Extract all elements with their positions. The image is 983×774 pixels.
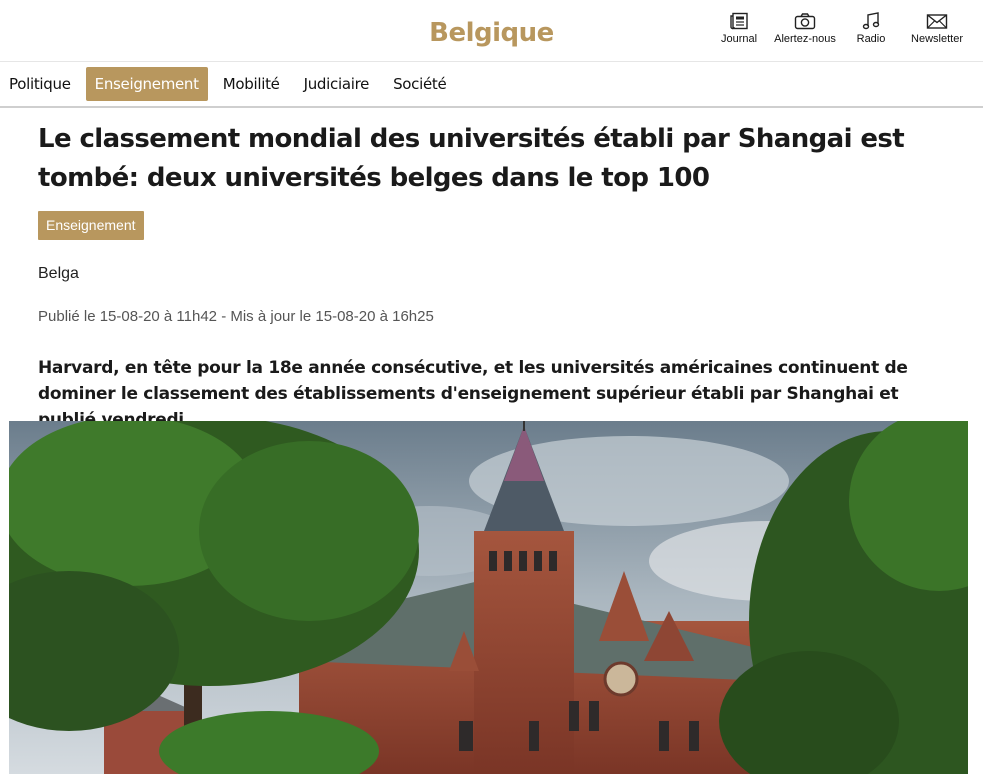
nav-item-judiciaire[interactable]: Judiciaire [295, 67, 378, 101]
nav-item-enseignement[interactable]: Enseignement [85, 67, 208, 101]
journal-label: Journal [720, 33, 758, 45]
publication-dates: Publié le 15-08-20 à 11h42 - Mis à jour … [38, 308, 434, 325]
alertez-nous-button[interactable]: Alertez-nous [769, 12, 841, 45]
radio-button[interactable]: Radio [841, 12, 901, 45]
article-photo [9, 421, 968, 774]
envelope-icon [926, 14, 948, 29]
top-bar: Belgique Journal Alertez-nous Radio News… [0, 0, 983, 62]
radio-label: Radio [856, 33, 886, 45]
nav-item-societe[interactable]: Société [384, 67, 455, 101]
article-author: Belga [38, 265, 79, 282]
header-tools: Journal Alertez-nous Radio Newsletter [709, 12, 973, 45]
article: Le classement mondial des universités ét… [38, 120, 938, 433]
category-tag[interactable]: Enseignement [38, 211, 144, 240]
camera-icon [794, 13, 816, 30]
harvard-building-photo [9, 421, 968, 774]
nav-item-politique[interactable]: Politique [0, 67, 80, 101]
section-nav: Politique Enseignement Mobilité Judiciai… [0, 62, 983, 108]
alertez-nous-label: Alertez-nous [774, 33, 836, 45]
music-note-icon [862, 12, 880, 30]
nav-item-mobilite[interactable]: Mobilité [214, 67, 289, 101]
article-headline: Le classement mondial des universités ét… [38, 124, 905, 193]
journal-button[interactable]: Journal [709, 12, 769, 45]
newspaper-icon [730, 12, 748, 30]
newsletter-button[interactable]: Newsletter [901, 12, 973, 45]
newsletter-label: Newsletter [911, 33, 963, 45]
